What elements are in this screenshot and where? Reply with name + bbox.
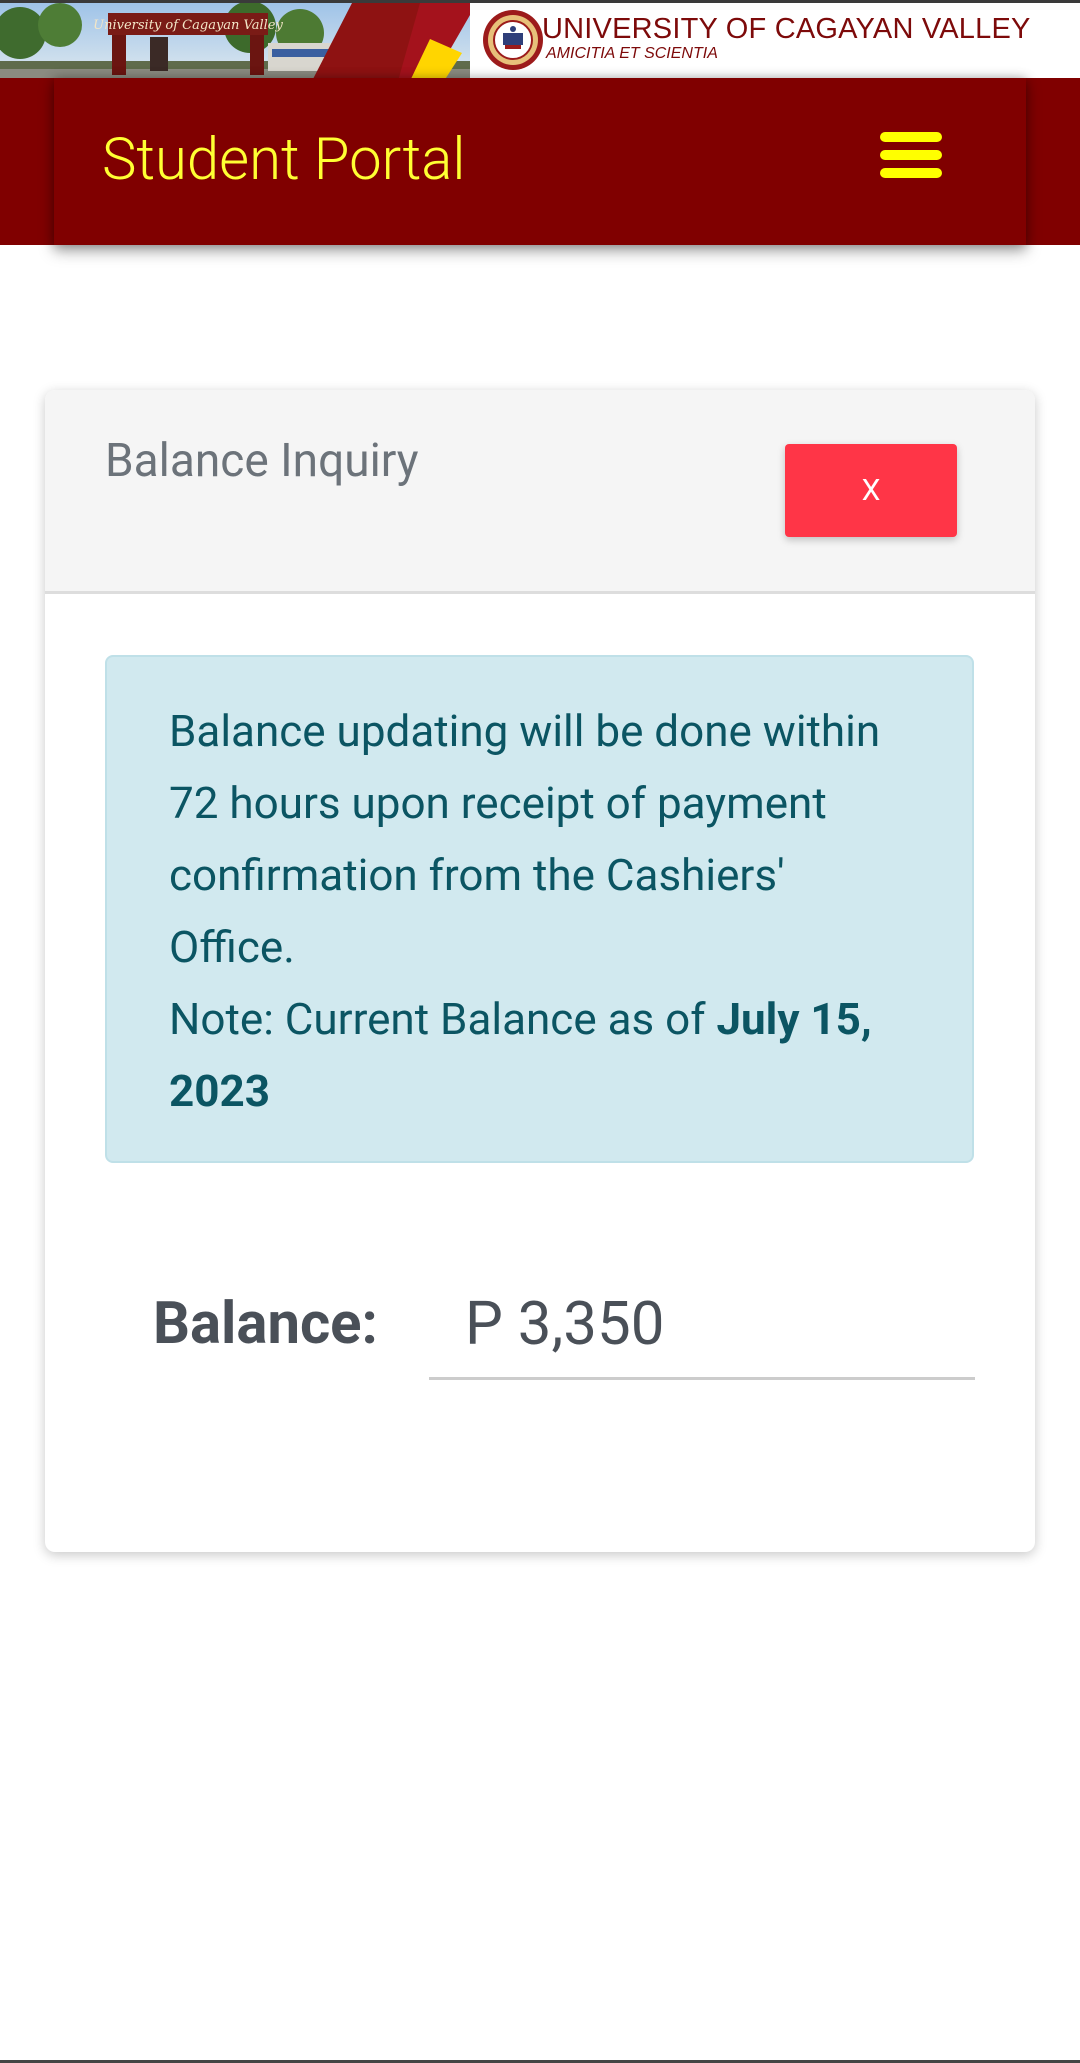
portal-brand[interactable]: Student Portal: [102, 126, 465, 194]
navbar: Student Portal: [54, 78, 1026, 245]
close-button[interactable]: X: [785, 444, 957, 537]
university-name: UNIVERSITY OF CAGAYAN VALLEY: [542, 13, 1031, 45]
balance-label: Balance:: [153, 1290, 378, 1358]
balance-field[interactable]: [429, 1270, 975, 1380]
hamburger-menu-icon[interactable]: [880, 132, 942, 178]
card-title: Balance Inquiry: [105, 434, 419, 488]
card-header: Balance Inquiry X: [45, 390, 1035, 594]
balance-update-notice: Balance updating will be done within 72 …: [105, 655, 974, 1163]
notice-text: Balance updating will be done within 72 …: [169, 705, 881, 973]
university-seal-icon: [482, 9, 544, 71]
site-banner: University of Cagayan Valley UNIVERSITY …: [0, 0, 1080, 78]
note-prefix: Note: Current Balance as of: [169, 993, 717, 1045]
svg-text:University of Cagayan Valley: University of Cagayan Valley: [93, 18, 283, 33]
menu-bar: [880, 132, 942, 142]
menu-bar: [880, 168, 942, 178]
balance-inquiry-card: Balance Inquiry X Balance updating will …: [45, 390, 1035, 1552]
menu-bar: [880, 150, 942, 160]
university-motto: AMICITIA ET SCIENTIA: [546, 45, 718, 62]
campus-gate-photo: University of Cagayan Valley: [0, 3, 470, 78]
